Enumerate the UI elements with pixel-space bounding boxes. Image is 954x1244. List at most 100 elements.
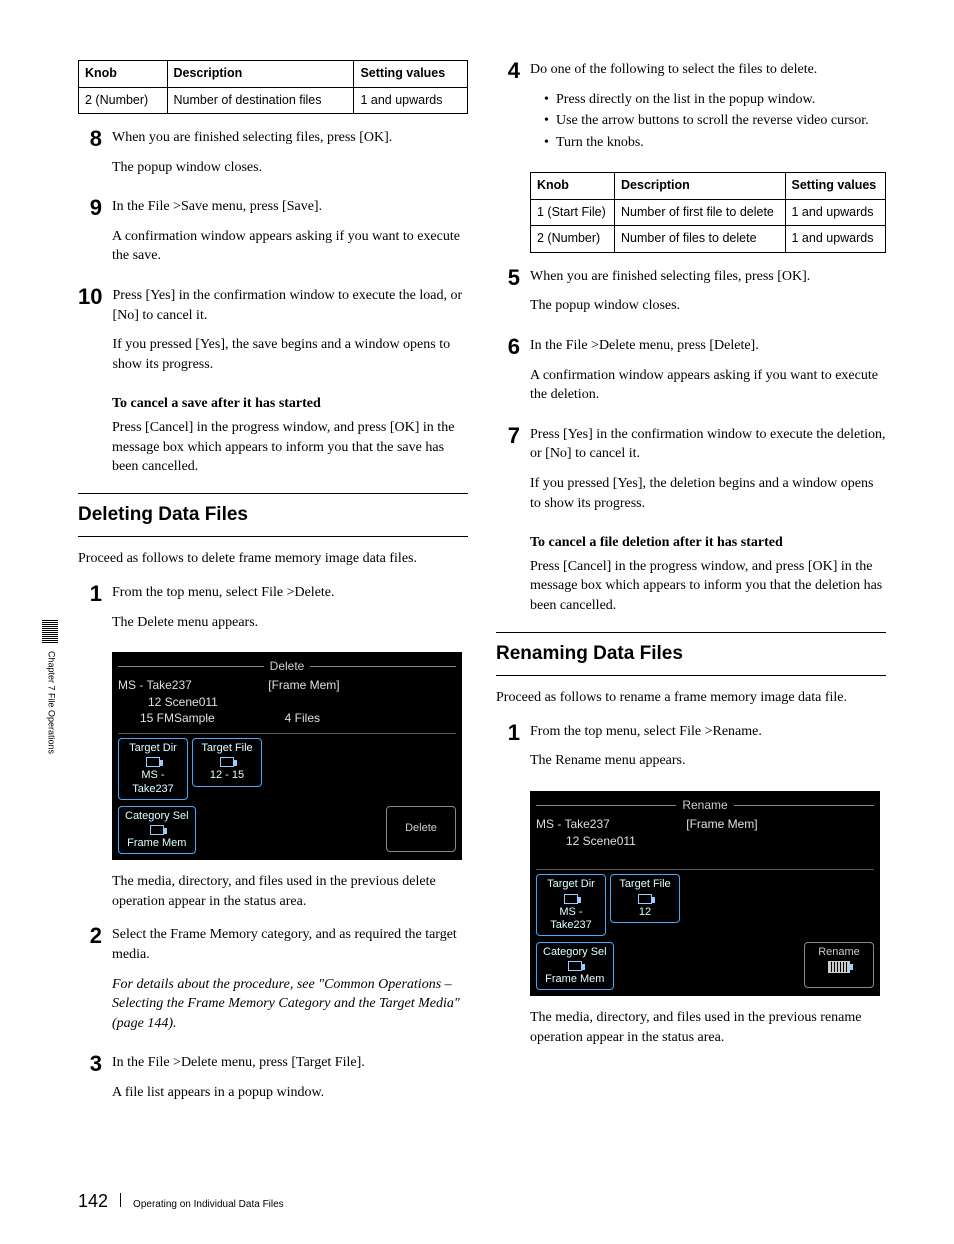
page-footer: 142 Operating on Individual Data Files [78,1189,284,1214]
step-text: In the File >Save menu, press [Save]. [112,197,468,217]
delete-step-2: 2 Select the Frame Memory category, and … [78,925,468,1043]
cancel-delete-text: Press [Cancel] in the progress window, a… [530,557,886,616]
step-text: In the File >Delete menu, press [Delete]… [530,336,886,356]
rename-button[interactable]: Rename [804,942,874,988]
ui-title: Rename [682,797,727,814]
step-text: The popup window closes. [112,158,468,178]
target-file-button[interactable]: Target File 12 [610,874,680,922]
step-text: When you are finished selecting files, p… [112,128,468,148]
category-sel-button[interactable]: Category Sel Frame Mem [118,806,196,854]
left-column: Knob Description Setting values 2 (Numbe… [78,60,468,1123]
cancel-save-heading: To cancel a save after it has started [112,394,468,414]
target-dir-button[interactable]: Target Dir MS - Take237 [118,738,188,800]
step-number: 4 [496,60,520,82]
btn-sub: Frame Mem [545,973,604,986]
ui-line: 12 Scene011 [118,694,456,711]
folder-icon [568,961,582,971]
step-10: 10 Press [Yes] in the confirmation windo… [78,286,468,384]
step-text: From the top menu, select File >Rename. [530,722,886,742]
td: 1 and upwards [785,226,886,253]
footer-separator [120,1193,121,1207]
target-dir-button[interactable]: Target Dir MS - Take237 [536,874,606,936]
folder-icon [146,757,160,767]
td: 2 (Number) [79,87,168,114]
step-number: 8 [78,128,102,150]
intro-text: Proceed as follows to rename a frame mem… [496,688,886,708]
step-text: In the File >Delete menu, press [Target … [112,1053,468,1073]
side-tab-text: Chapter 7 File Operations [45,651,58,754]
cancel-save-text: Press [Cancel] in the progress window, a… [112,418,468,477]
ui-path: MS - Take237 [536,816,610,833]
knob-table-2: Knob Description Setting values 1 (Start… [530,172,886,253]
rename-menu-screenshot: Rename MS - Take237 [Frame Mem] 12 Scene… [530,791,880,996]
folder-icon [150,825,164,835]
cancel-delete-block: To cancel a file deletion after it has s… [496,533,886,615]
btn-label: Category Sel [125,810,189,823]
step-number: 3 [78,1053,102,1075]
footer-title: Operating on Individual Data Files [133,1198,284,1212]
ui-files-count: 4 Files [285,710,320,727]
folder-icon [564,894,578,904]
bullet-list: Press directly on the list in the popup … [530,90,886,153]
step-text: Press [Yes] in the confirmation window t… [112,286,468,325]
step-number: 1 [78,583,102,605]
btn-sub: 12 [639,906,651,919]
th: Knob [531,173,615,200]
delete-step-7: 7 Press [Yes] in the confirmation window… [496,425,886,523]
list-item: Press directly on the list in the popup … [544,90,886,110]
td: 1 (Start File) [531,199,615,226]
td: 1 and upwards [354,87,468,114]
table-row: 1 (Start File) Number of first file to d… [531,199,886,226]
target-file-button[interactable]: Target File 12 - 15 [192,738,262,786]
th: Setting values [354,61,468,88]
step-text: A confirmation window appears asking if … [112,227,468,266]
step-text-italic: For details about the procedure, see "Co… [112,975,468,1034]
td: Number of first file to delete [615,199,785,226]
ui-line: 12 Scene011 [536,833,874,850]
btn-sub: Frame Mem [127,837,186,850]
text: The media, directory, and files used in … [530,1008,886,1047]
delete-step-1: 1 From the top menu, select File >Delete… [78,583,468,642]
step-text: When you are finished selecting files, p… [530,267,886,287]
ui-mode: [Frame Mem] [268,677,339,694]
step-text: Press [Yes] in the confirmation window t… [530,425,886,464]
btn-label: Target Dir [547,878,595,891]
td: 1 and upwards [785,199,886,226]
step-text: A confirmation window appears asking if … [530,366,886,405]
section-renaming: Renaming Data Files [496,632,886,677]
category-sel-button[interactable]: Category Sel Frame Mem [536,942,614,990]
intro-text: Proceed as follows to delete frame memor… [78,549,468,569]
table-row: 2 (Number) Number of destination files 1… [79,87,468,114]
btn-label: Category Sel [543,946,607,959]
btn-label: Target Dir [129,742,177,755]
btn-label: Target File [619,878,670,891]
ui-path: MS - Take237 [118,677,192,694]
delete-button[interactable]: Delete [386,806,456,852]
step-8: 8 When you are finished selecting files,… [78,128,468,187]
step-text: If you pressed [Yes], the deletion begin… [530,474,886,513]
btn-label: Target File [201,742,252,755]
chapter-side-tab: Chapter 7 File Operations [42,620,60,754]
btn-sub: MS - Take237 [550,906,592,932]
th: Description [615,173,785,200]
btn-sub: 12 - 15 [210,769,244,782]
step-number: 2 [78,925,102,947]
page-number: 142 [78,1189,108,1214]
step-text: The popup window closes. [530,296,886,316]
th: Setting values [785,173,886,200]
folder-icon [638,894,652,904]
btn-label: Delete [405,822,437,835]
ui-title: Delete [270,658,305,675]
th: Description [167,61,354,88]
delete-step-3: 3 In the File >Delete menu, press [Targe… [78,1053,468,1112]
step-text: The Delete menu appears. [112,613,468,633]
btn-sub: MS - Take237 [132,769,174,795]
cancel-delete-heading: To cancel a file deletion after it has s… [530,533,886,553]
text: The media, directory, and files used in … [112,872,468,911]
after-ui-text: The media, directory, and files used in … [496,1008,886,1047]
td: 2 (Number) [531,226,615,253]
step-text: A file list appears in a popup window. [112,1083,468,1103]
step-text: The Rename menu appears. [530,751,886,771]
section-deleting: Deleting Data Files [78,493,468,538]
ui-mode: [Frame Mem] [686,816,757,833]
